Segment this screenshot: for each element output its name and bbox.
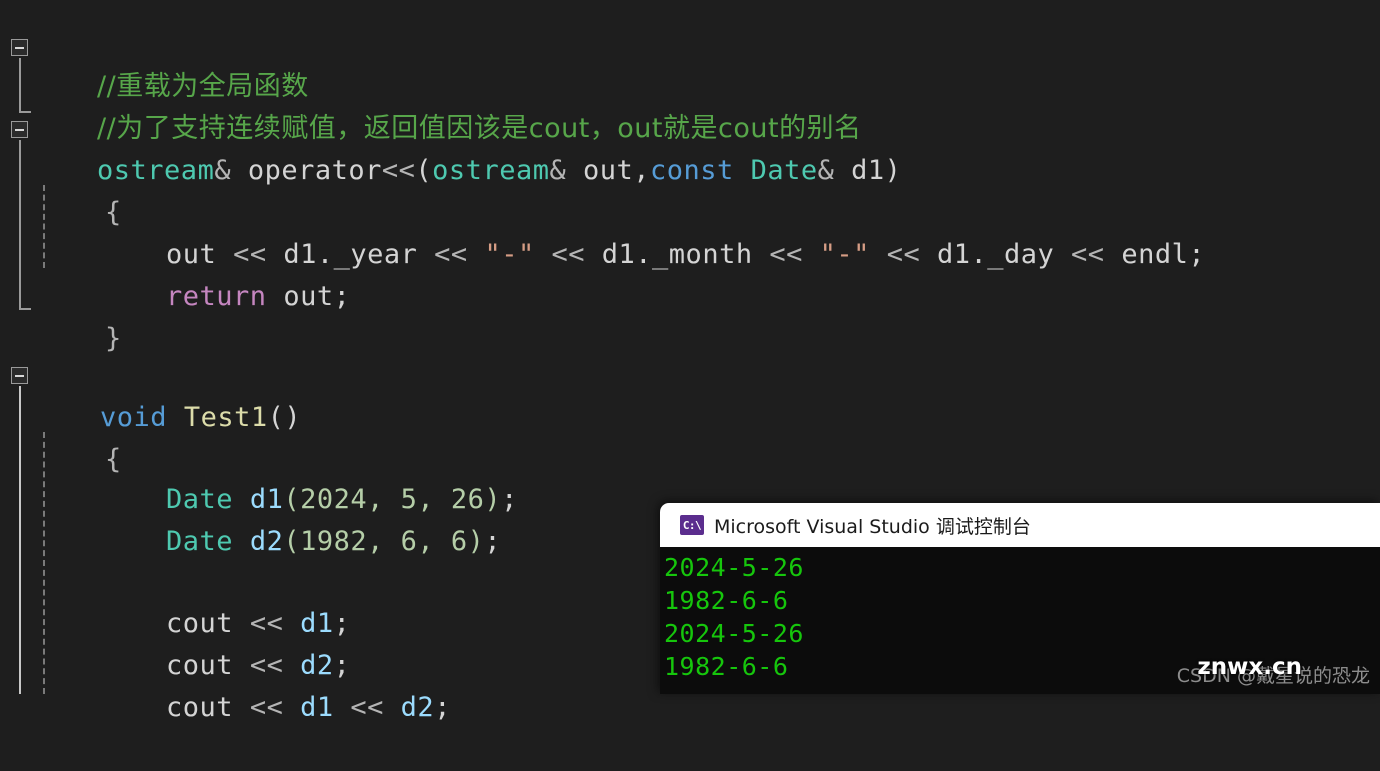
token-shift-operator: <<: [551, 239, 586, 270]
token-semicolon: ;: [1188, 239, 1206, 270]
token-ampersand: &: [549, 155, 583, 186]
token-semicolon: ;: [434, 692, 451, 723]
fold-toggle-operator-function[interactable]: [11, 121, 28, 138]
token-variable-d2: d2: [249, 526, 284, 557]
fold-bracket-foot-1: [18, 111, 31, 113]
token-variable-d1: d1: [300, 692, 334, 723]
site-watermark: znwx.cn: [1197, 654, 1302, 680]
fold-bracket-foot-2: [18, 308, 31, 310]
token-member-day: d1._day: [936, 239, 1055, 270]
token-paren-close: ): [884, 155, 902, 186]
code-line-10[interactable]: {: [38, 397, 122, 475]
token-param-type-date: Date: [750, 155, 818, 186]
code-line-15[interactable]: cout << d2;: [99, 603, 350, 681]
code-line-12[interactable]: Date d2(1982, 6, 6);: [99, 479, 501, 557]
code-line-7[interactable]: }: [38, 276, 122, 354]
token-variable-d2: d2: [400, 692, 435, 723]
code-line-14[interactable]: cout << d1;: [99, 561, 350, 639]
code-line-2[interactable]: //为了支持连续赋值，返回值因该是cout，out就是cout的别名: [30, 66, 862, 144]
code-line-5[interactable]: out << d1._year << "-" << d1._month << "…: [99, 192, 1205, 270]
token-shift-operator: <<: [381, 155, 416, 186]
fold-toggle-comment-block[interactable]: [11, 39, 28, 56]
token-string-dash: "-": [484, 239, 535, 270]
fold-bracket-line-1: [18, 58, 21, 113]
token-shift-operator: <<: [886, 239, 921, 270]
token-shift-operator: <<: [249, 692, 284, 723]
code-line-16[interactable]: cout << d1 << d2;: [99, 645, 451, 723]
console-app-icon: C:\: [680, 515, 704, 535]
token-comma: ,: [633, 155, 651, 186]
token-ctor-args: (1982, 6, 6): [283, 526, 485, 557]
token-endl: endl: [1121, 239, 1189, 270]
fold-bracket-line-3: [18, 386, 21, 694]
token-param-out: out: [582, 155, 634, 186]
token-parens: (): [267, 402, 302, 433]
token-cout: cout: [166, 692, 234, 723]
console-output-line: 1982-6-6: [664, 586, 789, 615]
code-line-11[interactable]: Date d1(2024, 5, 26);: [99, 437, 518, 515]
fold-toggle-test1-function[interactable]: [11, 367, 28, 384]
code-line-4[interactable]: {: [38, 150, 122, 228]
token-shift-operator: <<: [1071, 239, 1105, 270]
token-function-name-test1: Test1: [183, 402, 268, 433]
token-param-d1: d1: [851, 155, 885, 186]
console-output-line: 2024-5-26: [664, 553, 804, 582]
token-param-type-ostream: ostream: [432, 155, 550, 186]
token-semicolon: ;: [501, 484, 518, 515]
code-line-9[interactable]: void Test1(): [33, 355, 301, 433]
code-line-1[interactable]: //重载为全局函数: [30, 24, 309, 102]
console-titlebar[interactable]: C:\ Microsoft Visual Studio 调试控制台: [660, 503, 1380, 547]
token-operator-keyword: operator: [247, 155, 382, 186]
code-line-6[interactable]: return out;: [99, 234, 350, 312]
console-output-line: 2024-5-26: [664, 619, 804, 648]
token-semicolon: ;: [484, 526, 502, 557]
token-member-month: d1._month: [601, 239, 753, 270]
token-semicolon: ;: [333, 281, 351, 312]
token-string-dash: "-": [819, 239, 870, 270]
console-title: Microsoft Visual Studio 调试控制台: [714, 515, 1031, 538]
token-shift-operator: <<: [434, 239, 468, 270]
token-ampersand: &: [817, 155, 852, 186]
token-brace-close: }: [105, 323, 122, 354]
code-line-3[interactable]: ostream& operator<<(ostream& out,const D…: [30, 108, 901, 186]
token-shift-operator: <<: [769, 239, 803, 270]
token-keyword-return: return: [166, 281, 267, 312]
token-shift-operator: <<: [350, 692, 384, 723]
token-type-date: Date: [166, 526, 234, 557]
token-keyword-const: const: [650, 155, 734, 186]
token-ampersand: &: [214, 155, 248, 186]
fold-bracket-line-2: [18, 140, 21, 310]
console-icon-label: C:\: [682, 518, 702, 532]
token-paren-open: (: [415, 155, 433, 186]
token-out: out: [283, 281, 334, 312]
